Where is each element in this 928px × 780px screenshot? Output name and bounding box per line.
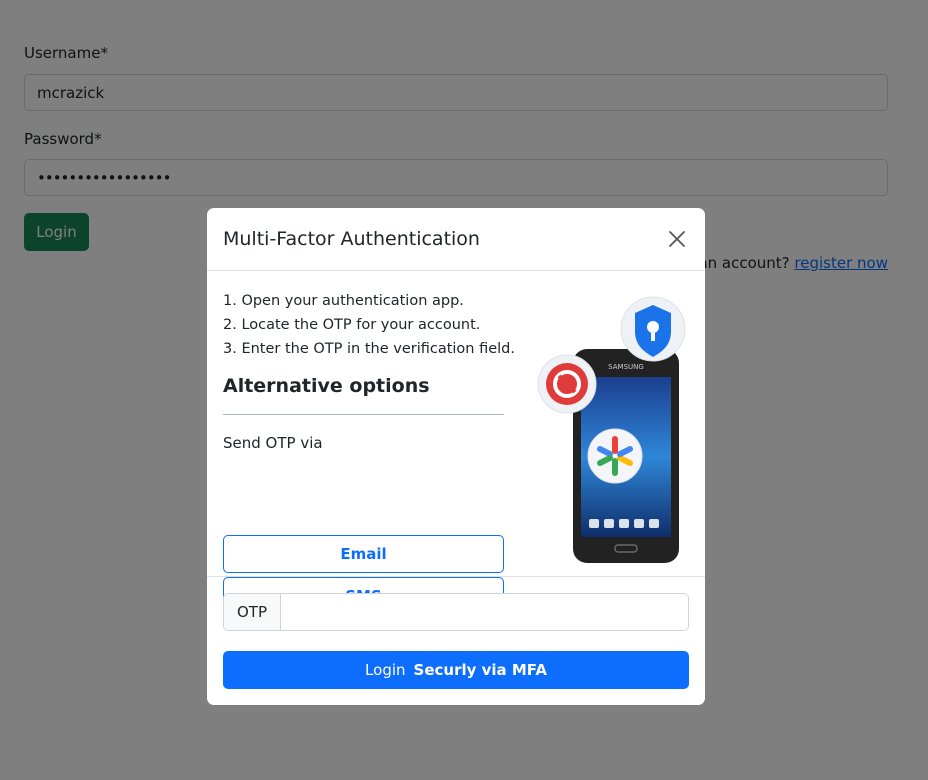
phone-brand-text: SAMSUNG bbox=[608, 363, 644, 371]
authy-icon bbox=[537, 354, 597, 414]
phone-illustration: SAMSUNG bbox=[537, 296, 686, 563]
divider bbox=[223, 414, 504, 415]
instruction-steps: 1. Open your authentication app. 2. Loca… bbox=[223, 289, 515, 361]
close-icon bbox=[669, 231, 685, 247]
mfa-login-strong: Securly via MFA bbox=[413, 661, 547, 679]
alternative-options-title: Alternative options bbox=[223, 375, 430, 397]
send-email-button[interactable]: Email bbox=[223, 535, 504, 573]
mfa-login-prefix: Login bbox=[365, 661, 406, 679]
modal-footer: OTP Login Securly via MFA bbox=[207, 577, 705, 705]
step-item: 1. Open your authentication app. bbox=[223, 293, 464, 309]
mfa-login-button[interactable]: Login Securly via MFA bbox=[223, 651, 689, 689]
step-item: 2. Locate the OTP for your account. bbox=[223, 317, 481, 333]
close-button[interactable] bbox=[665, 227, 689, 251]
otp-input-group: OTP bbox=[223, 593, 689, 631]
mfa-modal: Multi-Factor Authentication 1. Open your… bbox=[207, 208, 705, 705]
lock-shield-icon bbox=[620, 296, 686, 362]
otp-label: OTP bbox=[224, 594, 281, 630]
modal-title: Multi-Factor Authentication bbox=[223, 228, 480, 250]
otp-input[interactable] bbox=[281, 594, 688, 630]
google-authenticator-icon bbox=[587, 428, 643, 484]
send-via-label: Send OTP via bbox=[223, 434, 323, 452]
step-item: 3. Enter the OTP in the verification fie… bbox=[223, 341, 515, 357]
modal-header: Multi-Factor Authentication bbox=[207, 208, 705, 271]
modal-body: 1. Open your authentication app. 2. Loca… bbox=[207, 271, 705, 615]
